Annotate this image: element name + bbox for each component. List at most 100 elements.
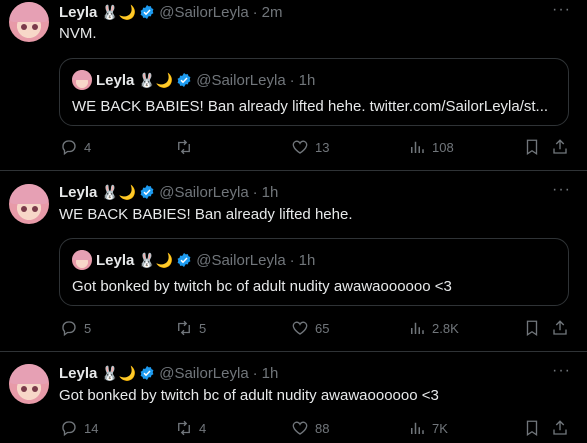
more-icon[interactable]: ··· [552,362,571,380]
views-icon [411,422,424,434]
avatar[interactable] [9,364,49,404]
reply-icon [62,321,76,337]
reply-count: 5 [84,320,92,336]
quoted-author-name: Leyla [96,71,135,89]
separator: · [289,71,295,89]
verified-badge-icon [177,253,191,267]
retweet-button[interactable] [175,138,199,156]
views-button[interactable]: 108 [408,138,454,156]
quoted-avatar [72,250,92,270]
separator: · [252,364,258,382]
author-name[interactable]: Leyla [59,365,97,382]
retweet-icon [178,420,190,436]
separator: · [289,251,295,269]
views-button[interactable]: 2.8K [408,319,459,337]
author-handle[interactable]: @SailorLeyla [159,365,248,382]
view-count: 108 [432,139,454,155]
reply-button[interactable]: 5 [60,319,91,337]
quoted-avatar [72,70,92,90]
tweet-header: Leyla 🐰🌙 @SailorLeyla · 2m [59,2,283,22]
tweet-text: NVM. [59,25,97,42]
timestamp[interactable]: 1h [262,365,279,382]
reply-count: 14 [84,420,99,436]
verified-badge-icon [140,5,154,19]
views-button[interactable]: 7K [408,419,448,437]
tweet-header: Leyla 🐰🌙 @SailorLeyla · 1h [59,363,278,383]
author-name[interactable]: Leyla [59,4,97,21]
author-handle[interactable]: @SailorLeyla [159,4,248,21]
reply-button[interactable]: 4 [60,138,91,156]
like-button[interactable]: 65 [291,319,329,337]
quoted-author-handle: @SailorLeyla [196,251,286,269]
retweet-icon [178,320,190,336]
quoted-timestamp: 1h [298,71,316,89]
quoted-tweet-text: Got bonked by twitch bc of adult nudity … [72,278,452,295]
like-button[interactable]: 88 [291,419,329,437]
separator: · [252,3,258,21]
tweet-actions: 4 13 108 [59,138,579,158]
like-count: 65 [315,320,330,336]
share-button[interactable] [551,419,569,437]
retweet-count: 4 [199,420,207,436]
quoted-tweet-text: WE BACK BABIES! Ban already lifted hehe.… [72,98,549,115]
heart-icon [292,421,308,435]
tweet[interactable]: Leyla 🐰🌙 @SailorLeyla · 2m ··· NVM. Leyl… [0,0,587,170]
quoted-tweet-header: Leyla 🐰🌙 @SailorLeyla · 1h [72,70,315,90]
separator: · [252,183,258,201]
reply-count: 4 [84,139,92,155]
more-icon[interactable]: ··· [552,181,571,199]
bookmark-button[interactable] [523,138,541,156]
tweet[interactable]: Leyla 🐰🌙 @SailorLeyla · 1h ··· WE BACK B… [0,171,587,351]
tweet-text: Got bonked by twitch bc of adult nudity … [59,387,439,404]
bookmark-icon [526,139,538,156]
quoted-timestamp: 1h [298,251,316,269]
author-handle[interactable]: @SailorLeyla [159,184,248,201]
tweet-text: WE BACK BABIES! Ban already lifted hehe. [59,206,353,223]
quoted-tweet-header: Leyla 🐰🌙 @SailorLeyla · 1h [72,250,315,270]
retweet-button[interactable]: 4 [175,419,206,437]
bookmark-button[interactable] [523,319,541,337]
like-count: 88 [315,420,330,436]
share-button[interactable] [551,319,569,337]
share-icon [553,420,567,435]
quoted-author-emoji: 🐰🌙 [138,71,174,88]
reply-icon [62,421,76,437]
like-button[interactable]: 13 [291,138,329,156]
author-emoji: 🐰🌙 [101,364,137,381]
verified-badge-icon [177,73,191,87]
reply-button[interactable]: 14 [60,419,98,437]
tweet[interactable]: Leyla 🐰🌙 @SailorLeyla · 1h ··· Got bonke… [0,352,587,443]
tweet-actions: 5 5 65 2.8K [59,319,579,339]
view-count: 2.8K [432,320,459,336]
share-icon [553,320,567,335]
verified-badge-icon [140,185,154,199]
heart-icon [292,321,308,335]
retweet-button[interactable]: 5 [175,319,206,337]
quoted-author-emoji: 🐰🌙 [138,251,174,268]
tweet-actions: 14 4 88 7K [59,419,579,439]
views-icon [411,322,424,334]
quoted-tweet[interactable]: Leyla 🐰🌙 @SailorLeyla · 1h WE BACK BABIE… [59,58,569,126]
bookmark-icon [526,320,538,337]
share-button[interactable] [551,138,569,156]
bookmark-button[interactable] [523,419,541,437]
quoted-author-name: Leyla [96,251,135,269]
share-icon [553,139,567,154]
more-icon[interactable]: ··· [552,1,571,19]
like-count: 13 [315,139,330,155]
quoted-author-handle: @SailorLeyla [196,71,286,89]
timestamp[interactable]: 2m [262,4,283,21]
retweet-icon [178,139,190,155]
reply-icon [62,140,76,156]
heart-icon [292,140,308,154]
verified-badge-icon [140,366,154,380]
avatar[interactable] [9,184,49,224]
author-name[interactable]: Leyla [59,184,97,201]
avatar[interactable] [9,2,49,42]
quoted-tweet[interactable]: Leyla 🐰🌙 @SailorLeyla · 1h Got bonked by… [59,238,569,306]
views-icon [411,141,424,153]
bookmark-icon [526,420,538,437]
author-emoji: 🐰🌙 [101,183,137,200]
tweet-header: Leyla 🐰🌙 @SailorLeyla · 1h [59,182,278,202]
timestamp[interactable]: 1h [262,184,279,201]
